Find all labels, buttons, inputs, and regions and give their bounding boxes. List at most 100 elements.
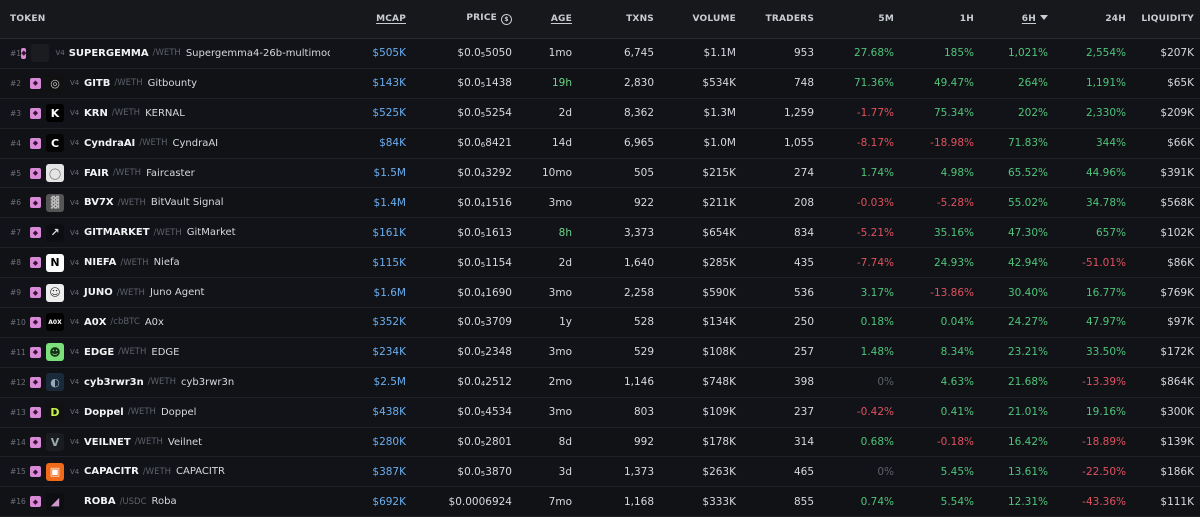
change-5m: -8.17% [856,137,894,150]
token-logo[interactable]: ↗ [46,223,64,242]
token-symbol[interactable]: GITMARKET [84,227,150,238]
token-cell[interactable]: #9 ◆ ☺ V4 JUNO /WETH Juno Agent [0,283,330,302]
token-logo[interactable]: C [46,134,64,153]
table-row[interactable]: #5 ◆ ◯ V4 FAIR /WETH Faircaster $1.5M $0… [0,158,1200,189]
token-cell[interactable]: #12 ◆ ◐ V4 cyb3rwr3n /WETH cyb3rwr3n [0,373,330,392]
table-row[interactable]: #1 ◆ V4 SUPERGEMMA /WETH Supergemma4-26b… [0,39,1200,69]
token-symbol[interactable]: CyndraAI [84,138,135,149]
token-symbol[interactable]: CAPACITR [84,466,139,477]
header-24h[interactable]: 24H [1050,14,1130,24]
header-liquidity[interactable]: LIQUIDITY [1130,14,1200,24]
header-6h[interactable]: 6H [976,14,1050,24]
token-symbol[interactable]: JUNO [84,287,113,298]
table-row[interactable]: #8 ◆ N V4 NIEFA /WETH Niefa $115K $0.051… [0,248,1200,279]
table-row[interactable]: #13 ◆ D V4 Doppel /WETH Doppel $438K $0.… [0,397,1200,428]
table-row[interactable]: #3 ◆ K V4 KRN /WETH KERNAL $525K $0.0552… [0,98,1200,129]
rank: #6 [10,198,22,208]
token-logo[interactable]: ◢ [46,492,64,511]
token-cell[interactable]: #1 ◆ V4 SUPERGEMMA /WETH Supergemma4-26b… [0,44,330,63]
change-5m: -5.21% [856,226,894,239]
traders-value: 748 [793,77,814,90]
price-prefix: $0.0 [457,137,481,150]
price-digits: 4534 [485,406,512,419]
table-row[interactable]: #14 ◆ V V4 VEILNET /WETH Veilnet $280K $… [0,427,1200,458]
token-logo[interactable] [31,44,50,63]
token-symbol[interactable]: cyb3rwr3n [84,377,144,388]
change-1h: 49.47% [933,77,974,90]
token-cell[interactable]: #13 ◆ D V4 Doppel /WETH Doppel [0,403,330,422]
token-cell[interactable]: #6 ◆ ▓ V4 BV7X /WETH BitVault Signal [0,193,330,212]
token-logo[interactable]: V [46,433,64,452]
token-symbol[interactable]: A0X [84,317,106,328]
table-row[interactable]: #15 ◆ ▣ V4 CAPACITR /WETH CAPACITR $387K… [0,457,1200,488]
table-row[interactable]: #10 ◆ A0X V4 A0X /cbBTC A0x $352K $0.053… [0,308,1200,338]
token-logo[interactable]: A0X [46,313,64,332]
token-logo[interactable]: ☻ [46,343,64,362]
token-cell[interactable]: #11 ◆ ☻ V4 EDGE /WETH EDGE [0,343,330,362]
token-symbol[interactable]: Doppel [84,407,124,418]
token-symbol[interactable]: EDGE [84,347,114,358]
change-6h: 21.01% [1007,406,1048,419]
token-logo[interactable]: ◯ [46,164,64,182]
token-symbol[interactable]: KRN [84,108,108,119]
token-logo[interactable]: ◐ [46,373,64,392]
token-logo[interactable]: ▣ [46,462,64,481]
price-value: $0.052801 [410,436,514,448]
txns-value: 2,830 [623,77,654,90]
token-logo[interactable]: D [46,403,64,422]
header-volume[interactable]: VOLUME [656,14,738,24]
token-symbol[interactable]: SUPERGEMMA [69,48,149,59]
change-5m: -0.42% [856,406,894,419]
table-row[interactable]: #7 ◆ ↗ V4 GITMARKET /WETH GitMarket $161… [0,218,1200,249]
chain-icon: ◆ [30,346,41,358]
header-1h[interactable]: 1H [896,14,976,24]
change-24h: 34.78% [1085,196,1126,209]
token-cell[interactable]: #15 ◆ ▣ V4 CAPACITR /WETH CAPACITR [0,462,330,481]
header-5m[interactable]: 5M [816,14,896,24]
traders-value: 314 [793,436,814,449]
table-row[interactable]: #11 ◆ ☻ V4 EDGE /WETH EDGE $234K $0.0523… [0,337,1200,368]
token-symbol[interactable]: GITB [84,78,110,89]
token-name: Veilnet [167,436,203,448]
token-cell[interactable]: #10 ◆ A0X V4 A0X /cbBTC A0x [0,313,330,332]
chain-icon: ◆ [30,466,41,478]
token-logo[interactable]: ▓ [46,193,64,212]
token-symbol[interactable]: VEILNET [84,437,131,448]
age-value: 10mo [541,167,572,179]
token-symbol[interactable]: NIEFA [84,257,116,268]
volume-value: $590K [702,286,736,299]
token-cell[interactable]: #3 ◆ K V4 KRN /WETH KERNAL [0,104,330,123]
table-row[interactable]: #2 ◆ ◎ V4 GITB /WETH Gitbounty $143K $0.… [0,68,1200,99]
token-cell[interactable]: #8 ◆ N V4 NIEFA /WETH Niefa [0,253,330,272]
token-cell[interactable]: #16 ◆ ◢ ROBA /USDC Roba [0,492,330,511]
token-cell[interactable]: #5 ◆ ◯ V4 FAIR /WETH Faircaster [0,164,330,182]
token-cell[interactable]: #7 ◆ ↗ V4 GITMARKET /WETH GitMarket [0,223,330,242]
table-row[interactable]: #12 ◆ ◐ V4 cyb3rwr3n /WETH cyb3rwr3n $2.… [0,367,1200,398]
table-row[interactable]: #9 ◆ ☺ V4 JUNO /WETH Juno Agent $1.6M $0… [0,278,1200,309]
pool-version: V4 [70,348,80,357]
clock-icon[interactable]: $ [501,14,512,25]
token-cell[interactable]: #14 ◆ V V4 VEILNET /WETH Veilnet [0,433,330,452]
token-symbol[interactable]: FAIR [84,168,109,179]
token-cell[interactable]: #2 ◆ ◎ V4 GITB /WETH Gitbounty [0,74,330,93]
token-logo[interactable]: ◎ [46,74,64,93]
liquidity-value: $139K [1160,436,1194,449]
token-logo[interactable]: N [46,253,64,272]
header-price[interactable]: PRICE $ [410,13,514,25]
table-row[interactable]: #16 ◆ ◢ ROBA /USDC Roba $692K $0.0006924… [0,487,1200,517]
token-logo[interactable]: K [46,104,64,123]
table-row[interactable]: #6 ◆ ▓ V4 BV7X /WETH BitVault Signal $1.… [0,188,1200,219]
price-digits: 2801 [485,436,512,449]
header-traders[interactable]: TRADERS [738,14,816,24]
token-symbol[interactable]: ROBA [84,496,116,507]
header-txns[interactable]: TXNS [574,14,656,24]
header-age[interactable]: AGE [514,14,574,24]
header-mcap[interactable]: MCAP [330,14,410,24]
table-row[interactable]: #4 ◆ C V4 CyndraAI /WETH CyndraAI $84K $… [0,128,1200,159]
token-symbol[interactable]: BV7X [84,197,114,208]
header-token[interactable]: TOKEN [0,14,330,24]
change-6h: 16.42% [1007,436,1048,449]
token-cell[interactable]: #4 ◆ C V4 CyndraAI /WETH CyndraAI [0,134,330,153]
price-value: $0.054534 [410,406,514,418]
token-logo[interactable]: ☺ [46,283,64,302]
